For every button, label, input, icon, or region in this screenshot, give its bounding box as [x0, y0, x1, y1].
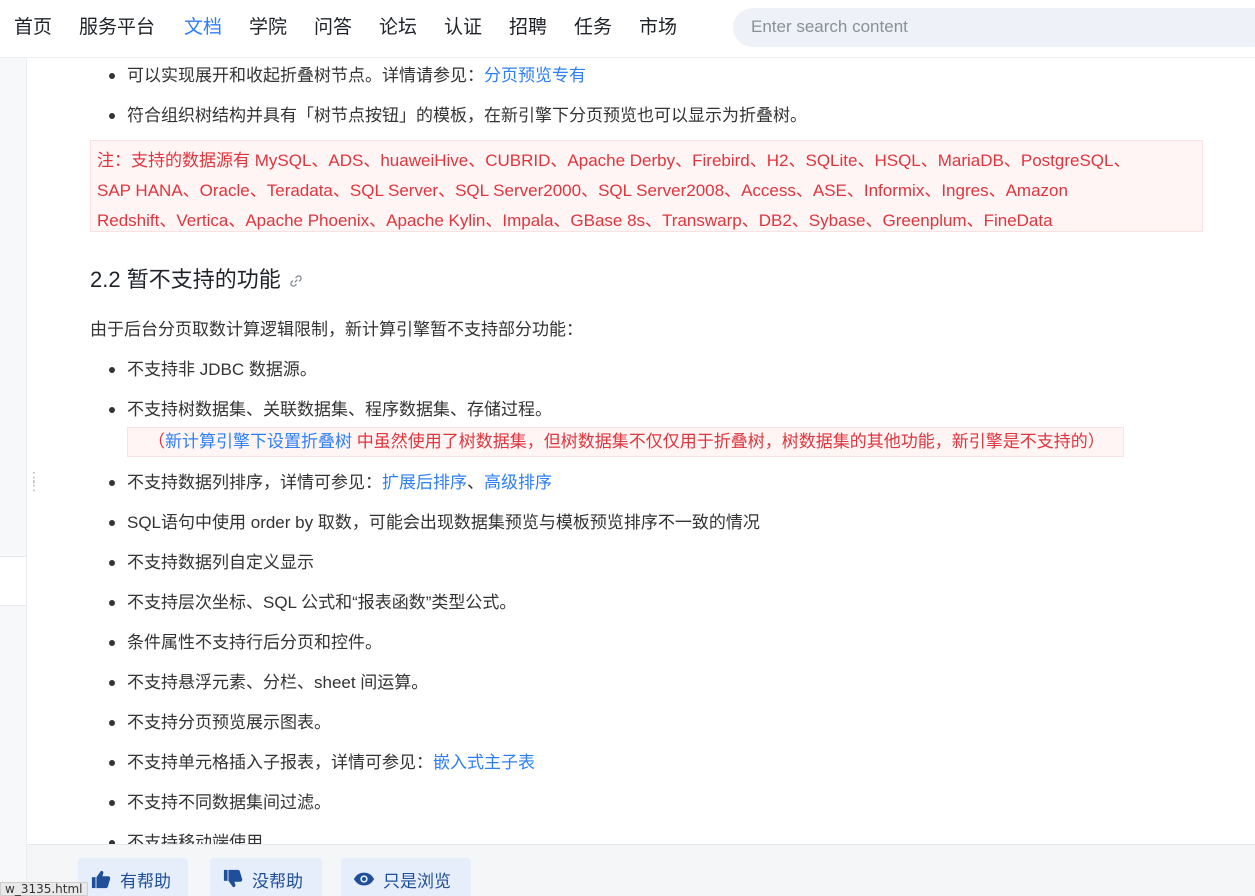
separator: 、	[467, 473, 484, 492]
list-item: 不支持数据列排序，详情可参见：扩展后排序、高级排序	[127, 471, 552, 495]
nav-item-jobs[interactable]: 招聘	[509, 16, 547, 40]
search-box	[733, 8, 1255, 47]
nav-item-forum[interactable]: 论坛	[379, 16, 417, 40]
just-browse-label: 只是浏览	[383, 871, 451, 891]
list-item: 不支持数据列自定义显示	[127, 553, 314, 572]
note-paren: （	[148, 432, 165, 451]
note-line: 注：支持的数据源有 MySQL、ADS、huaweiHive、CUBRID、Ap…	[97, 151, 1131, 170]
bullet-dot	[109, 640, 115, 646]
bullet-dot	[109, 113, 115, 119]
doc-content: 可以实现展开和收起折叠树节点。详情请参见：分页预览专有 符合组织树结构并具有「树…	[27, 58, 1255, 844]
link-advanced-sort[interactable]: 高级排序	[484, 473, 552, 492]
nav-item-academy[interactable]: 学院	[249, 16, 287, 40]
nav-item-market[interactable]: 市场	[639, 16, 677, 40]
nav-item-service-platform[interactable]: 服务平台	[79, 16, 155, 40]
intro-paragraph: 由于后台分页取数计算逻辑限制，新计算引擎暂不支持部分功能：	[90, 320, 583, 339]
link-new-engine-tree[interactable]: 新计算引擎下设置折叠树	[165, 432, 352, 451]
bullet-dot	[109, 407, 115, 413]
note-line: SAP HANA、Oracle、Teradata、SQL Server、SQL …	[97, 181, 1068, 200]
status-bar-url: w_3135.html	[0, 882, 88, 896]
section-heading: 2.2 暂不支持的功能	[90, 266, 303, 295]
list-item-text: 可以实现展开和收起折叠树节点。详情请参见：	[127, 66, 484, 85]
bullet-dot	[109, 73, 115, 79]
list-item: 不支持树数据集、关联数据集、程序数据集、存储过程。	[127, 400, 552, 419]
list-item: 不支持移动端使用。	[127, 833, 280, 844]
bullet-dot	[109, 760, 115, 766]
list-item: 不支持分页预览展示图表。	[127, 713, 331, 732]
just-browse-button[interactable]: 只是浏览	[341, 858, 471, 896]
nav-item-tasks[interactable]: 任务	[574, 16, 612, 40]
bullet-dot	[109, 520, 115, 526]
thumbs-down-icon	[223, 869, 243, 888]
link-paging-preview-exclusive[interactable]: 分页预览专有	[484, 66, 586, 85]
eye-icon	[353, 872, 375, 886]
nav-item-home[interactable]: 首页	[14, 16, 52, 40]
link-embedded-master-detail[interactable]: 嵌入式主子表	[433, 753, 535, 772]
not-helpful-label: 没帮助	[252, 871, 303, 891]
link-extended-sort[interactable]: 扩展后排序	[382, 473, 467, 492]
bullet-dot	[109, 680, 115, 686]
list-item: 不支持悬浮元素、分栏、sheet 间运算。	[127, 673, 429, 692]
note-text: 中虽然使用了树数据集，但树数据集不仅仅用于折叠树，树数据集的其他功能，新引擎是不…	[352, 432, 1105, 451]
list-item: 不支持非 JDBC 数据源。	[127, 360, 317, 379]
helpful-label: 有帮助	[120, 871, 171, 891]
bullet-dot	[109, 560, 115, 566]
list-item: 不支持单元格插入子报表，详情可参见：嵌入式主子表	[127, 751, 535, 775]
list-item: 符合组织树结构并具有「树节点按钮」的模板，在新引擎下分页预览也可以显示为折叠树。	[127, 106, 807, 125]
datasource-note: 注：支持的数据源有 MySQL、ADS、huaweiHive、CUBRID、Ap…	[90, 140, 1203, 232]
tree-dataset-note: （新计算引擎下设置折叠树 中虽然使用了树数据集，但树数据集不仅仅用于折叠树，树数…	[127, 427, 1124, 457]
list-item: 可以实现展开和收起折叠树节点。详情请参见：分页预览专有	[127, 64, 586, 88]
list-item-text: 不支持数据列排序，详情可参见：	[127, 473, 382, 492]
bullet-dot	[109, 480, 115, 486]
search-input[interactable]	[751, 16, 1231, 38]
bullet-dot	[109, 800, 115, 806]
list-item: 不支持层次坐标、SQL 公式和“报表函数”类型公式。	[127, 593, 517, 612]
not-helpful-button[interactable]: 没帮助	[210, 858, 322, 896]
note-line: Redshift、Vertica、Apache Phoenix、Apache K…	[97, 211, 1053, 230]
list-item-text: 不支持单元格插入子报表，详情可参见：	[127, 753, 433, 772]
nav-item-qa[interactable]: 问答	[314, 16, 352, 40]
nav-item-docs[interactable]: 文档	[184, 16, 222, 40]
sidebar-collapsed	[0, 58, 27, 896]
link-anchor-icon[interactable]	[289, 267, 303, 295]
bullet-dot	[109, 600, 115, 606]
sidebar-segment	[0, 556, 26, 606]
bullet-dot	[109, 367, 115, 373]
list-item: SQL语句中使用 order by 取数，可能会出现数据集预览与模板预览排序不一…	[127, 513, 760, 532]
nav-item-certification[interactable]: 认证	[444, 16, 482, 40]
helpful-button[interactable]: 有帮助	[78, 858, 188, 896]
list-item: 条件属性不支持行后分页和控件。	[127, 633, 382, 652]
list-item: 不支持不同数据集间过滤。	[127, 793, 331, 812]
feedback-bar: 有帮助 没帮助 只是浏览	[27, 844, 1255, 896]
section-heading-text: 2.2 暂不支持的功能	[90, 267, 281, 292]
thumbs-up-icon	[91, 870, 111, 889]
bullet-dot	[109, 720, 115, 726]
top-navigation: 首页 服务平台 文档 学院 问答 论坛 认证 招聘 任务 市场	[0, 0, 1255, 58]
